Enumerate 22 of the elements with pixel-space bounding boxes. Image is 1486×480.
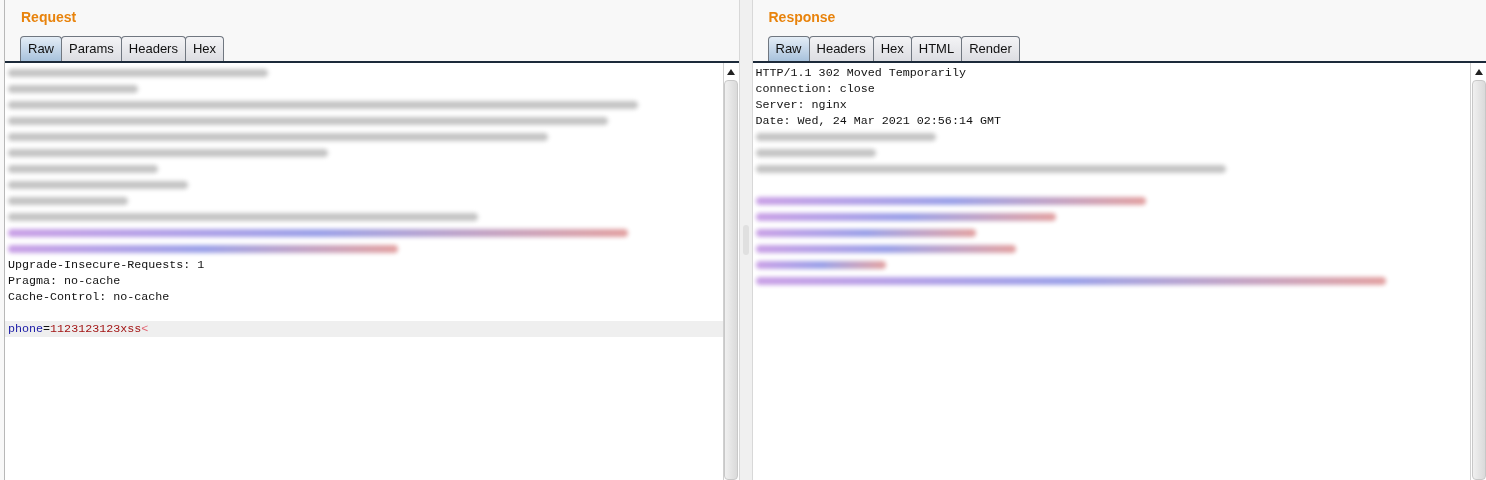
code-line: Pragma: no-cache [8,274,121,288]
tab[interactable]: Hex [872,36,912,61]
scrollbar[interactable] [722,63,739,480]
tab[interactable]: Hex [184,36,225,61]
code-line: Upgrade-Insecure-Requests: 1 [8,258,205,272]
tab[interactable]: Headers [808,36,874,61]
code-line: Cache-Control: no-cache [8,290,170,304]
tab[interactable]: Headers [120,36,186,61]
code-line: HTTP/1.1 302 Moved Temporarily [755,66,966,80]
tab[interactable]: Raw [20,36,62,61]
code-line: Date: Wed, 24 Mar 2021 02:56:14 GMT [755,114,1001,128]
panel-title: Request [21,7,77,27]
code-line: connection: close [755,82,875,96]
tab[interactable]: Render [961,36,1020,61]
tab[interactable]: Params [61,36,122,61]
scroll-thumb[interactable] [724,80,738,480]
tab[interactable]: HTML [910,36,963,61]
tab[interactable]: Raw [767,36,810,61]
code-line: Server: nginx [755,98,847,112]
editor[interactable]: Upgrade-Insecure-Requests: 1 Pragma: no-cache Cache-Control: no-cache phone=1123123123xss< [5,63,739,480]
panel-title: Response [768,7,836,27]
editor[interactable]: HTTP/1.1 302 Moved Temporarily connection: close Server: nginx Date: Wed, 24 Mar 2021 02:56:14 GMT [752,63,1486,480]
